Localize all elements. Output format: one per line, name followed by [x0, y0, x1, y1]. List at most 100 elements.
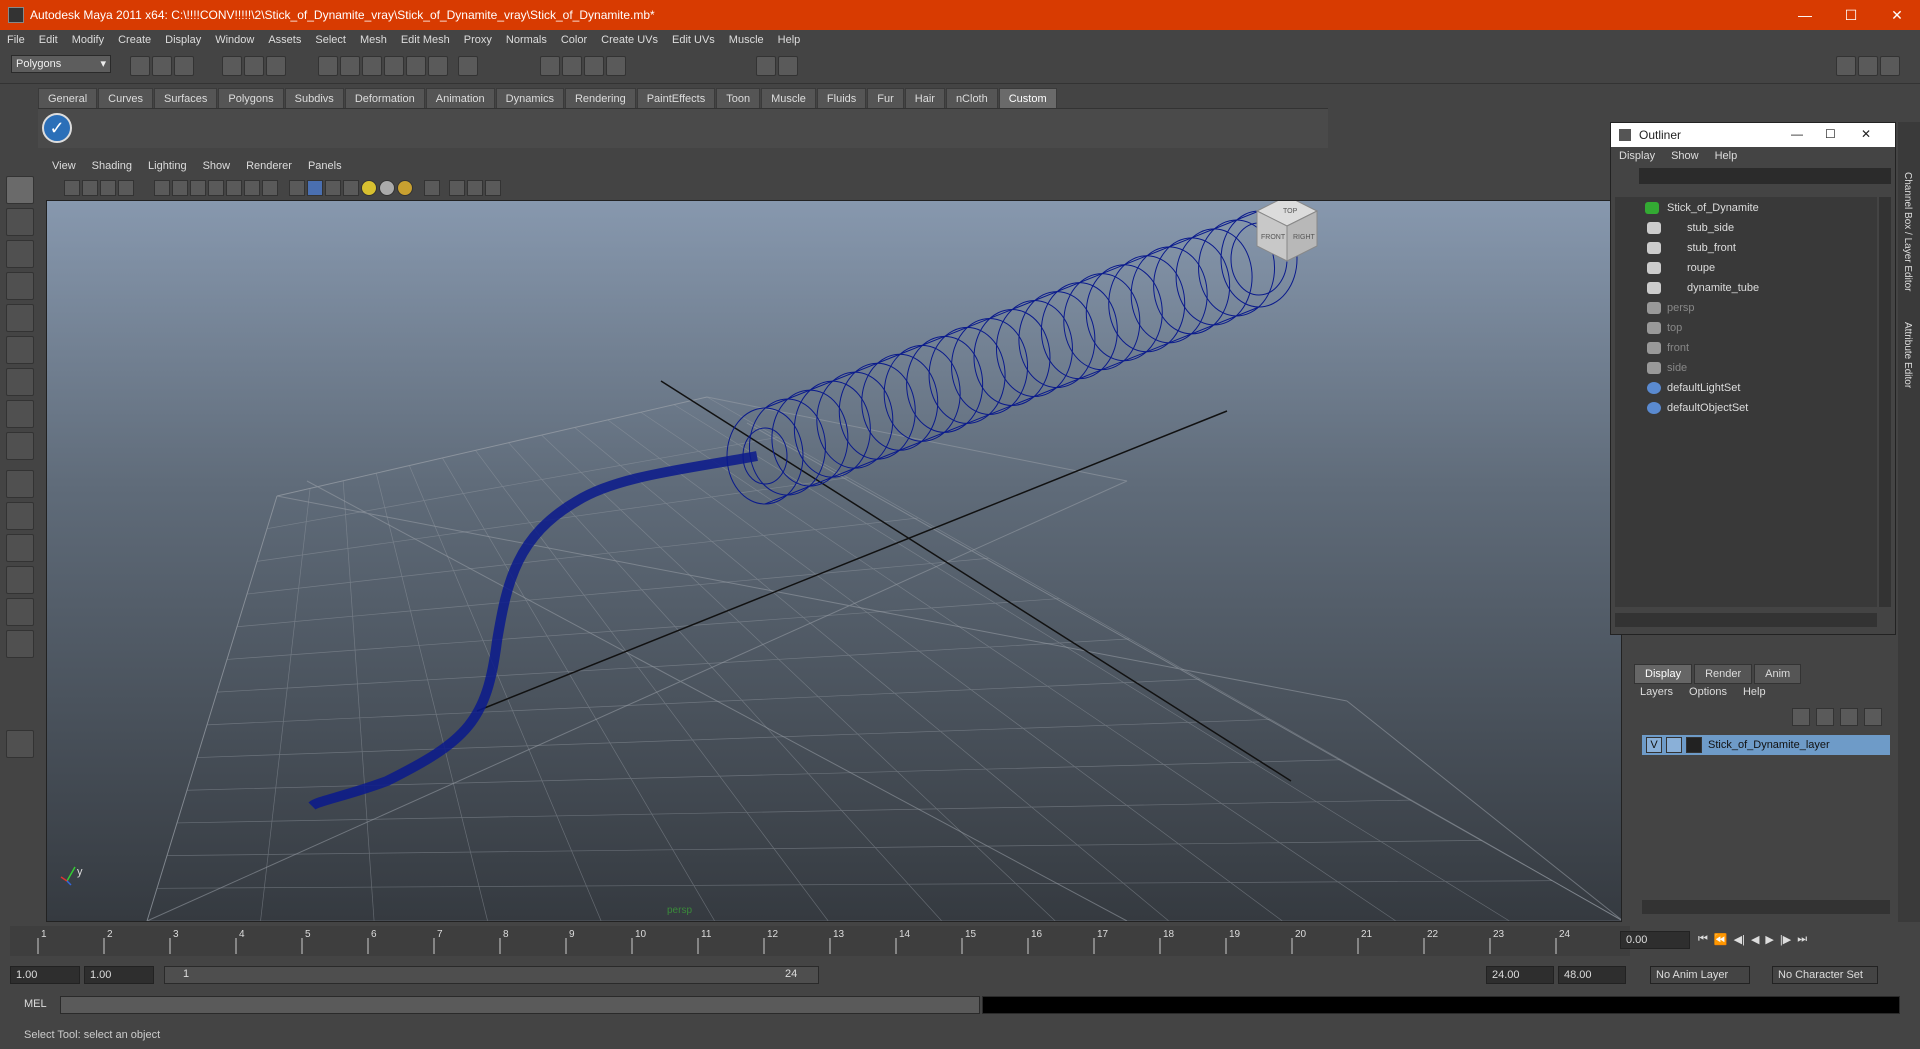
outliner-menu-show[interactable]: Show — [1663, 150, 1707, 162]
shelf-tab-animation[interactable]: Animation — [425, 88, 495, 108]
outliner-vertical-scrollbar[interactable] — [1879, 197, 1891, 607]
layer-visibility-toggle[interactable]: V — [1646, 737, 1662, 753]
outliner-item[interactable]: stub_side — [1647, 219, 1734, 237]
xray-icon[interactable] — [343, 180, 359, 196]
snap-grid-icon[interactable] — [318, 56, 338, 76]
smooth-shade-icon[interactable] — [307, 180, 323, 196]
mel-input[interactable] — [60, 996, 980, 1014]
camera-attributes-icon[interactable] — [82, 180, 98, 196]
bookmark-icon[interactable] — [100, 180, 116, 196]
outliner-item[interactable]: dynamite_tube — [1647, 279, 1759, 297]
film-gate-icon[interactable] — [172, 180, 188, 196]
last-tool-icon[interactable] — [6, 432, 34, 460]
menu-normals[interactable]: Normals — [499, 34, 554, 46]
menu-help[interactable]: Help — [771, 34, 808, 46]
viewcube[interactable]: TOP FRONT RIGHT — [1255, 201, 1319, 262]
shelf-tab-general[interactable]: General — [38, 88, 98, 108]
shadows-icon[interactable] — [397, 180, 413, 196]
shelf-tab-hair[interactable]: Hair — [904, 88, 945, 108]
layer-tab-render[interactable]: Render — [1694, 664, 1753, 684]
perspective-viewport[interactable]: TOP FRONT RIGHT y persp — [46, 200, 1622, 922]
playback-end-field[interactable]: 24.00 — [1486, 966, 1554, 984]
safe-title-icon[interactable] — [262, 180, 278, 196]
mel-label[interactable]: MEL — [24, 998, 47, 1010]
layer-color-swatch[interactable] — [1686, 737, 1702, 753]
shelf-tab-ncloth[interactable]: nCloth — [945, 88, 998, 108]
outliner-item[interactable]: defaultObjectSet — [1647, 399, 1748, 417]
play-backwards-icon[interactable]: ◀ — [1751, 933, 1759, 946]
menu-edit-mesh[interactable]: Edit Mesh — [394, 34, 457, 46]
wireframe-icon[interactable] — [289, 180, 305, 196]
wireframe-on-shaded-icon[interactable] — [325, 180, 341, 196]
outliner-item[interactable]: roupe — [1647, 259, 1715, 277]
layer-menu-layers[interactable]: Layers — [1640, 686, 1673, 698]
snap-point-icon[interactable] — [362, 56, 382, 76]
menu-display[interactable]: Display — [158, 34, 208, 46]
hud-icon[interactable] — [485, 180, 501, 196]
custom-shelf-check-icon[interactable]: ✓ — [42, 113, 72, 143]
soft-mod-icon[interactable] — [6, 400, 34, 428]
maximize-button[interactable]: ☐ — [1828, 0, 1874, 30]
outliner-title-bar[interactable]: Outliner — ☐ ✕ — [1611, 123, 1895, 147]
new-layer-selected-icon[interactable] — [1864, 708, 1882, 726]
menu-create[interactable]: Create — [111, 34, 158, 46]
xray-joints-icon[interactable] — [449, 180, 465, 196]
hypershade-icon[interactable] — [606, 56, 626, 76]
image-plane-icon[interactable] — [118, 180, 134, 196]
outliner-item[interactable]: front — [1647, 339, 1689, 357]
rotate-tool-icon[interactable] — [6, 304, 34, 332]
outliner-item[interactable]: side — [1647, 359, 1687, 377]
default-light-icon[interactable] — [361, 180, 377, 196]
open-scene-icon[interactable] — [152, 56, 172, 76]
gate-mask-icon[interactable] — [208, 180, 224, 196]
channel-box-tab[interactable]: Channel Box / Layer Editor — [1902, 172, 1913, 292]
layer-menu-options[interactable]: Options — [1689, 686, 1727, 698]
render-settings-icon[interactable] — [584, 56, 604, 76]
shelf-tab-fluids[interactable]: Fluids — [816, 88, 867, 108]
persp-graph-layout-icon[interactable] — [6, 566, 34, 594]
shelf-tab-deformation[interactable]: Deformation — [344, 88, 425, 108]
help-icon[interactable] — [458, 56, 478, 76]
safe-action-icon[interactable] — [244, 180, 260, 196]
render-current-icon[interactable] — [540, 56, 560, 76]
menu-create-uvs[interactable]: Create UVs — [594, 34, 665, 46]
step-forward-frame-icon[interactable]: |▶ — [1780, 933, 1791, 946]
grid-icon[interactable] — [154, 180, 170, 196]
menu-proxy[interactable]: Proxy — [457, 34, 499, 46]
menu-mesh[interactable]: Mesh — [353, 34, 394, 46]
hypershade-layout-icon[interactable] — [6, 598, 34, 626]
menu-color[interactable]: Color — [554, 34, 594, 46]
select-hierarchy-icon[interactable] — [222, 56, 242, 76]
show-tool-settings-icon[interactable] — [778, 56, 798, 76]
manipulator-icon[interactable] — [6, 368, 34, 396]
menu-muscle[interactable]: Muscle — [722, 34, 771, 46]
layout-tool-icon[interactable] — [1880, 56, 1900, 76]
viewport-menu-view[interactable]: View — [44, 160, 84, 176]
scale-tool-icon[interactable] — [6, 336, 34, 364]
field-chart-icon[interactable] — [226, 180, 242, 196]
select-component-icon[interactable] — [266, 56, 286, 76]
viewport-menu-show[interactable]: Show — [195, 160, 239, 176]
outliner-maximize-button[interactable]: ☐ — [1825, 127, 1836, 141]
outliner-close-button[interactable]: ✕ — [1861, 127, 1871, 141]
outliner-item[interactable]: top — [1647, 319, 1682, 337]
move-tool-icon[interactable] — [6, 272, 34, 300]
four-pane-layout-icon[interactable] — [6, 502, 34, 530]
show-attribute-editor-icon[interactable] — [756, 56, 776, 76]
minimize-button[interactable]: — — [1782, 0, 1828, 30]
menu-modify[interactable]: Modify — [65, 34, 111, 46]
persp-uv-layout-icon[interactable] — [6, 630, 34, 658]
outliner-minimize-button[interactable]: — — [1791, 127, 1803, 141]
resolution-gate-icon[interactable] — [190, 180, 206, 196]
shelf-tab-rendering[interactable]: Rendering — [564, 88, 636, 108]
step-back-frame-icon[interactable]: ◀| — [1734, 933, 1745, 946]
new-layer-icon[interactable] — [1840, 708, 1858, 726]
layout-channel-box-icon[interactable] — [1858, 56, 1878, 76]
outliner-item[interactable]: stub_front — [1647, 239, 1736, 257]
outliner-item[interactable]: defaultLightSet — [1647, 379, 1740, 397]
persp-outliner-layout-icon[interactable] — [6, 534, 34, 562]
outliner-menu-display[interactable]: Display — [1611, 150, 1663, 162]
character-set-dropdown[interactable]: No Character Set — [1772, 966, 1878, 984]
menu-edit-uvs[interactable]: Edit UVs — [665, 34, 722, 46]
layer-playback-toggle[interactable] — [1666, 737, 1682, 753]
